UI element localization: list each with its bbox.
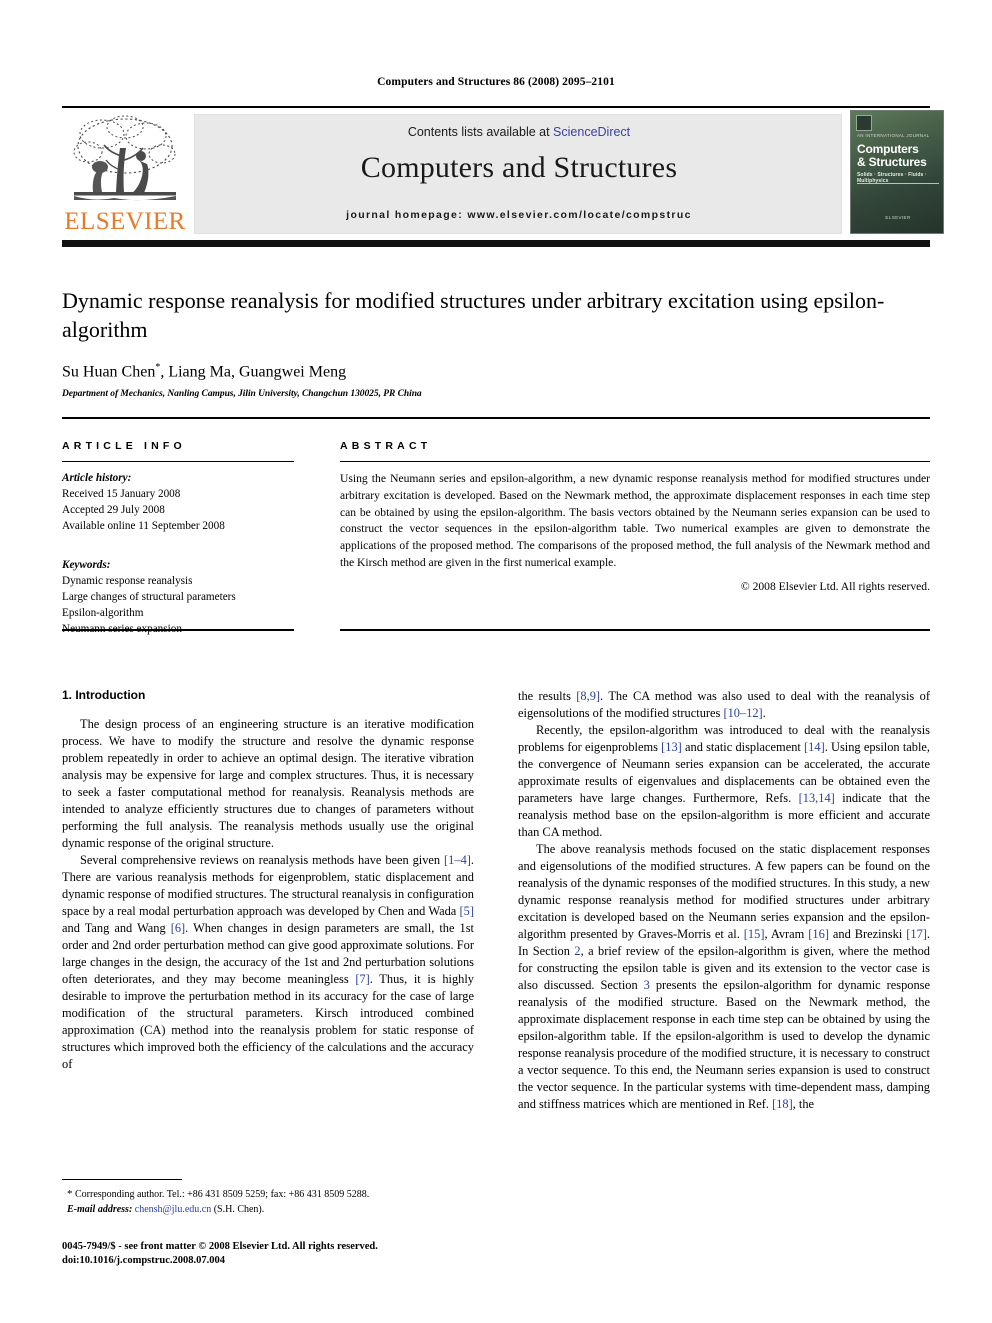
history-accepted: Accepted 29 July 2008	[62, 504, 165, 517]
citation-link[interactable]: [17]	[906, 927, 927, 941]
keyword-item: Large changes of structural parameters	[62, 590, 236, 603]
article-info-heading: ARTICLE INFO	[62, 440, 186, 452]
cover-title-line2: & Structures	[857, 155, 927, 170]
corresponding-author-note: * Corresponding author. Tel.: +86 431 85…	[62, 1186, 482, 1203]
paragraph-text: , the	[792, 1096, 815, 1111]
citation-link[interactable]: [15]	[744, 927, 765, 941]
keyword-item: Epsilon-algorithm	[62, 606, 144, 619]
keywords-block: Keywords: Dynamic response reanalysis La…	[62, 558, 294, 638]
citation-link[interactable]: [1–4]	[444, 853, 471, 867]
masthead-bottom-bar	[62, 240, 930, 247]
abstract-bottom-rule	[340, 629, 930, 632]
citation-link[interactable]: [7]	[355, 972, 369, 986]
citation-link[interactable]: [5]	[460, 904, 474, 918]
paragraph-text: and static displacement	[681, 739, 805, 754]
citation-link[interactable]: [18]	[772, 1097, 793, 1111]
paragraph-text: the results	[518, 689, 577, 703]
footnote-block: * Corresponding author. Tel.: +86 431 85…	[62, 1186, 482, 1217]
sciencedirect-link[interactable]: ScienceDirect	[553, 125, 630, 139]
cover-divider	[857, 183, 939, 184]
cover-footer: ELSEVIER	[885, 215, 911, 220]
citation-link[interactable]: [10–12]	[723, 706, 762, 720]
elsevier-wordmark: ELSEVIER	[64, 208, 186, 235]
email-owner: (S.H. Chen).	[213, 1203, 265, 1215]
citation-link[interactable]: [16]	[808, 927, 829, 941]
citation-link[interactable]: [14]	[804, 740, 825, 754]
asterisk-icon: *	[67, 1188, 73, 1200]
elsevier-tree-icon	[73, 115, 176, 201]
article-info-bottom-rule	[62, 629, 294, 632]
page-title: Dynamic response reanalysis for modified…	[62, 288, 885, 343]
header-rule	[62, 106, 930, 108]
paragraph-text: .	[762, 705, 766, 720]
article-info-rule	[62, 461, 294, 463]
contents-available-line: Contents lists available at ScienceDirec…	[195, 125, 843, 139]
paragraph: The design process of an engineering str…	[62, 717, 474, 850]
journal-title: Computers and Structures	[360, 151, 678, 184]
doi-line: doi:10.1016/j.compstruc.2008.07.004	[62, 1255, 226, 1267]
author-rest: , Liang Ma, Guangwei Meng	[160, 363, 347, 381]
footnote-rule	[62, 1179, 182, 1181]
paragraph-text: and Tang and Wang	[62, 920, 171, 935]
title-bottom-rule	[62, 417, 930, 419]
elsevier-logo[interactable]: ELSEVIER	[62, 110, 188, 238]
abstract-rule	[340, 461, 930, 463]
paragraph-text: Several comprehensive reviews on reanaly…	[80, 852, 445, 867]
paragraph: The above reanalysis methods focused on …	[518, 841, 930, 1113]
abstract-heading: ABSTRACT	[340, 440, 432, 452]
paragraph-text: . Thus, it is highly desirable to improv…	[62, 971, 474, 1071]
author-first: Su Huan Chen	[62, 363, 156, 381]
email-note: E-mail address: chensh@jlu.edu.cn (S.H. …	[62, 1203, 482, 1218]
paragraph: the results [8,9]. The CA method was als…	[518, 688, 930, 722]
keywords-label: Keywords:	[62, 559, 111, 572]
history-received: Received 15 January 2008	[62, 488, 181, 501]
author-list: Su Huan Chen*, Liang Ma, Guangwei Meng	[62, 362, 930, 381]
abstract-copyright: © 2008 Elsevier Ltd. All rights reserved…	[740, 579, 930, 593]
body-column-right: the results [8,9]. The CA method was als…	[518, 688, 930, 1113]
journal-banner: Contents lists available at ScienceDirec…	[194, 114, 842, 234]
keyword-item: Dynamic response reanalysis	[62, 574, 193, 587]
email-link[interactable]: chensh@jlu.edu.cn	[135, 1204, 211, 1215]
section-heading-introduction: 1. Introduction	[62, 688, 146, 702]
paragraph: Several comprehensive reviews on reanaly…	[62, 852, 474, 1073]
cover-title-line1: Computers	[857, 142, 919, 156]
journal-homepage-link[interactable]: journal homepage: www.elsevier.com/locat…	[195, 209, 843, 221]
cover-title: Computers & Structures	[857, 142, 941, 170]
affiliation: Department of Mechanics, Nanling Campus,…	[62, 389, 422, 399]
article-history-label: Article history:	[62, 472, 132, 485]
paragraph-text: and Brezinski	[828, 926, 907, 941]
issn-line: 0045-7949/$ - see front matter © 2008 El…	[62, 1241, 378, 1252]
journal-masthead: ELSEVIER Contents lists available at Sci…	[62, 110, 944, 238]
citation-link[interactable]: [13]	[661, 740, 682, 754]
contents-prefix: Contents lists available at	[407, 125, 554, 139]
paragraph-text: , Avram	[764, 926, 809, 941]
body-column-left: 1. Introduction The design process of an…	[62, 688, 474, 1073]
paragraph-text: presents the epsilon-algorithm for dynam…	[518, 977, 930, 1111]
abstract-block: ABSTRACT Using the Neumann series and ep…	[340, 440, 930, 593]
citation-link[interactable]: [8,9]	[576, 689, 600, 703]
running-head: Computers and Structures 86 (2008) 2095–…	[377, 76, 615, 88]
article-history: Article history: Received 15 January 200…	[62, 471, 294, 535]
journal-article-page: Computers and Structures 86 (2008) 2095–…	[0, 0, 992, 1323]
article-info-block: ARTICLE INFO Article history: Received 1…	[62, 440, 294, 638]
cover-publisher-icon	[856, 115, 872, 131]
citation-link[interactable]: [13,14]	[799, 791, 835, 805]
paragraph: Recently, the epsilon-algorithm was intr…	[518, 722, 930, 841]
corresponding-author-text: Corresponding author. Tel.: +86 431 8509…	[75, 1189, 370, 1200]
cover-eyebrow: AN INTERNATIONAL JOURNAL	[857, 133, 930, 138]
history-online: Available online 11 September 2008	[62, 520, 225, 533]
issn-copyright-block: 0045-7949/$ - see front matter © 2008 El…	[62, 1240, 562, 1269]
email-label: E-mail address:	[67, 1203, 133, 1215]
citation-link[interactable]: [6]	[171, 921, 185, 935]
abstract-text: Using the Neumann series and epsilon-alg…	[340, 472, 930, 569]
journal-cover-thumbnail[interactable]: AN INTERNATIONAL JOURNAL Computers & Str…	[850, 110, 944, 234]
